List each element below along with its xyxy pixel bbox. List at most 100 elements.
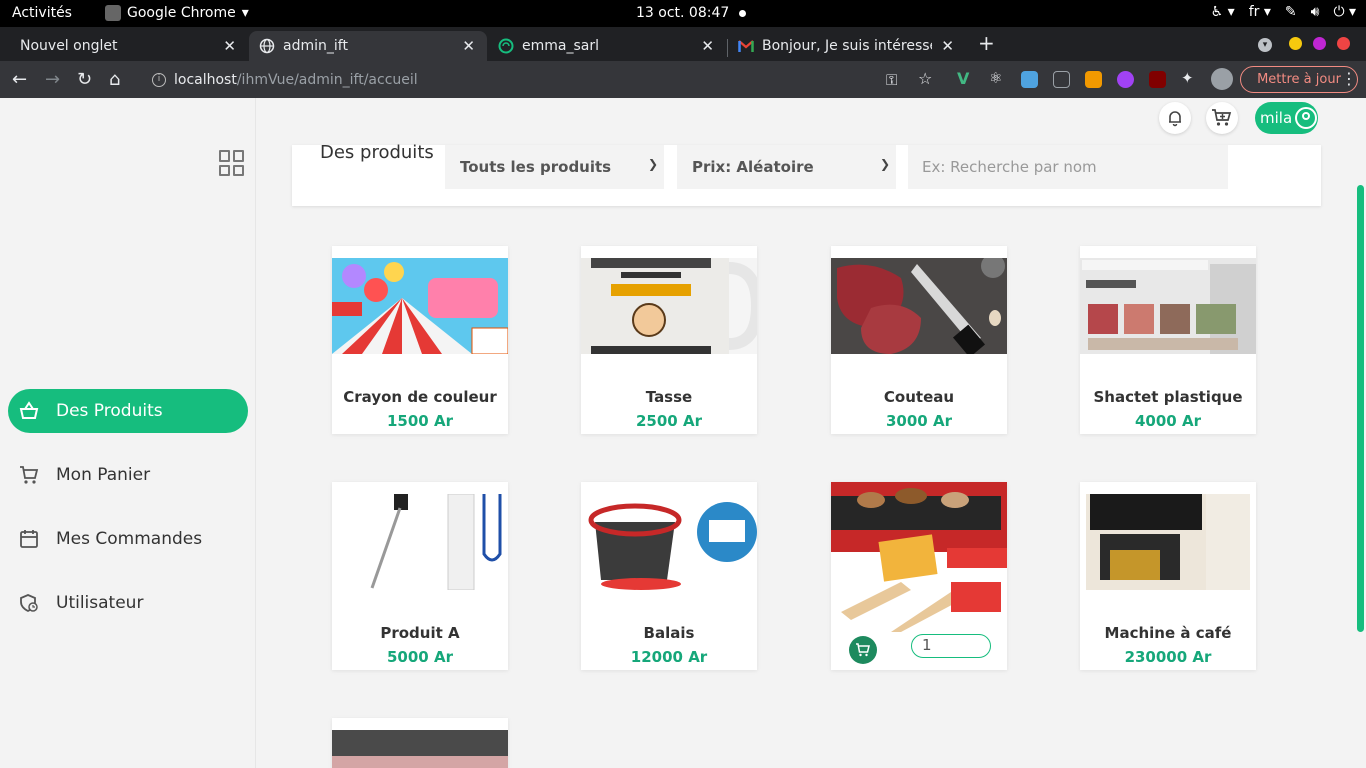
user-circle-icon [1295,107,1318,129]
product-name: Shactet plastique [1093,388,1243,406]
url-host: localhost [174,71,237,88]
chrome-app-icon [105,5,121,21]
filter-bar: Des produits Touts les produits ❯ Prix: … [292,142,1321,206]
notifications-button[interactable] [1159,102,1191,134]
tab-emma-sarl[interactable]: emma_sarl ✕ [488,31,726,61]
product-card[interactable]: Shactet plastique 4000 Ar [1080,246,1256,434]
sidebar-item-label: Utilisateur [56,593,144,613]
forward-arrow-icon[interactable]: → [45,69,60,90]
browser-toolbar: ← → ↻ ⌂ i localhost/ihmVue/admin_ift/acc… [0,61,1366,98]
product-name: Tasse [645,388,693,406]
activities-button[interactable]: Activités [12,5,72,21]
product-image [581,258,757,354]
tab-label: emma_sarl [522,38,599,54]
back-arrow-icon[interactable]: ← [12,69,27,90]
close-icon[interactable]: ✕ [223,37,236,55]
globe-icon [259,38,275,54]
tab-admin-ift[interactable]: admin_ift ✕ [249,31,487,61]
volume-icon: 🔊︎ [1310,4,1320,20]
product-card[interactable]: Machine à café 230000 Ar [1080,482,1256,670]
close-window-icon[interactable] [1337,37,1350,50]
add-to-cart-button[interactable] [849,636,877,664]
product-card[interactable]: Balais 12000 Ar [581,482,757,670]
product-price: 1500 Ar [387,412,453,430]
chevron-down-icon: ❯ [879,157,890,171]
product-card[interactable] [332,718,508,768]
profile-avatar[interactable] [1211,68,1233,90]
price-select[interactable]: Prix: Aléatoire ❯ [677,145,896,189]
language-indicator[interactable]: fr ▾ [1249,4,1271,20]
page-scrollbar[interactable] [1357,185,1364,632]
key-icon[interactable]: ⚿ [886,71,897,89]
vue-devtools-icon[interactable]: V [957,69,974,88]
info-icon[interactable]: i [152,72,166,87]
extensions-puzzle-icon[interactable]: ✦ [1181,69,1198,87]
sidebar-item-label: Des Produits [56,401,163,421]
sidebar-item-mon-panier[interactable]: Mon Panier [8,453,248,497]
maximize-icon[interactable] [1313,37,1326,50]
category-select[interactable]: Touts les produits ❯ [445,145,664,189]
power-icon[interactable]: ⏻ ▾ [1333,4,1356,20]
chevron-down-icon: ❯ [647,157,658,171]
product-name: Balais [643,624,695,642]
category-select-value: Touts les produits [460,158,612,176]
basket-icon [18,400,40,422]
extension-purple-icon[interactable] [1117,71,1134,88]
product-image [831,258,1007,354]
minimize-icon[interactable] [1289,37,1302,50]
tab-nouvel-onglet[interactable]: Nouvel onglet ✕ [0,31,248,61]
tab-label: Bonjour, Je suis intéressé [762,38,932,54]
screenshot-icon[interactable] [1053,71,1070,88]
search-placeholder: Ex: Recherche par nom [922,158,1097,176]
section-title: Des produits [320,142,434,163]
product-name: Couteau [883,388,955,406]
product-price: 2500 Ar [636,412,702,430]
tab-gmail[interactable]: Bonjour, Je suis intéressé ✕ [728,31,966,61]
close-icon[interactable]: ✕ [941,37,954,55]
bell-icon [1169,111,1181,127]
app-name: Google Chrome [127,5,236,21]
gmail-icon [738,38,754,54]
reload-icon[interactable]: ↻ [77,69,92,90]
quantity-input[interactable]: 1 [911,634,991,658]
extension-blue-icon[interactable] [1021,71,1038,88]
cart-add-icon [856,643,870,657]
menu-kebab-icon[interactable]: ⋮ [1341,69,1357,88]
sidebar-item-mes-commandes[interactable]: Mes Commandes [8,517,248,561]
sidebar-item-utilisateur[interactable]: Utilisateur [8,581,248,625]
product-card[interactable]: Tasse 2500 Ar [581,246,757,434]
clock-text: 13 oct. 08:47 [636,5,730,21]
product-price: 12000 Ar [630,648,708,666]
grid-toggle-icon[interactable] [219,150,245,176]
cart-button[interactable] [1206,102,1238,134]
search-input[interactable]: Ex: Recherche par nom [908,145,1228,189]
close-icon[interactable]: ✕ [701,37,714,55]
product-card[interactable]: Produit A 5000 Ar [332,482,508,670]
emma-favicon-icon [498,38,514,54]
extension-orange-icon[interactable] [1085,71,1102,88]
tab-search-icon[interactable]: ▾ [1258,38,1272,52]
sidebar-item-des-produits[interactable]: Des Produits [8,389,248,433]
close-icon[interactable]: ✕ [462,37,475,55]
system-top-bar: Activités Google Chrome ▾ 13 oct. 08:47 … [0,0,1366,27]
ublock-icon[interactable] [1149,71,1166,88]
bookmark-star-icon[interactable]: ☆ [918,69,932,88]
product-image [332,730,508,768]
product-card[interactable]: Crayon de couleur 1500 Ar [332,246,508,434]
user-menu-button[interactable]: mila [1255,102,1318,134]
tab-label: admin_ift [283,38,348,54]
product-card[interactable]: Couteau 3000 Ar [831,246,1007,434]
react-icon[interactable]: ⚛ [989,69,1006,87]
app-menu[interactable]: Google Chrome ▾ [105,5,249,21]
product-price: 3000 Ar [886,412,952,430]
product-image [1080,494,1256,590]
new-tab-plus-icon[interactable]: + [978,31,995,55]
system-tray[interactable]: ♿︎ ▾ fr ▾ ✎ 🔊︎ ⏻ ▾ [1211,4,1356,20]
address-bar[interactable]: i localhost/ihmVue/admin_ift/accueil [140,65,950,94]
clock[interactable]: 13 oct. 08:47 [636,5,747,21]
product-card[interactable]: 1 [831,482,1007,670]
home-icon[interactable]: ⌂ [109,69,120,90]
product-image [581,494,757,590]
accessibility-icon[interactable]: ♿︎ ▾ [1211,4,1235,20]
cart-add-icon [1212,109,1232,126]
